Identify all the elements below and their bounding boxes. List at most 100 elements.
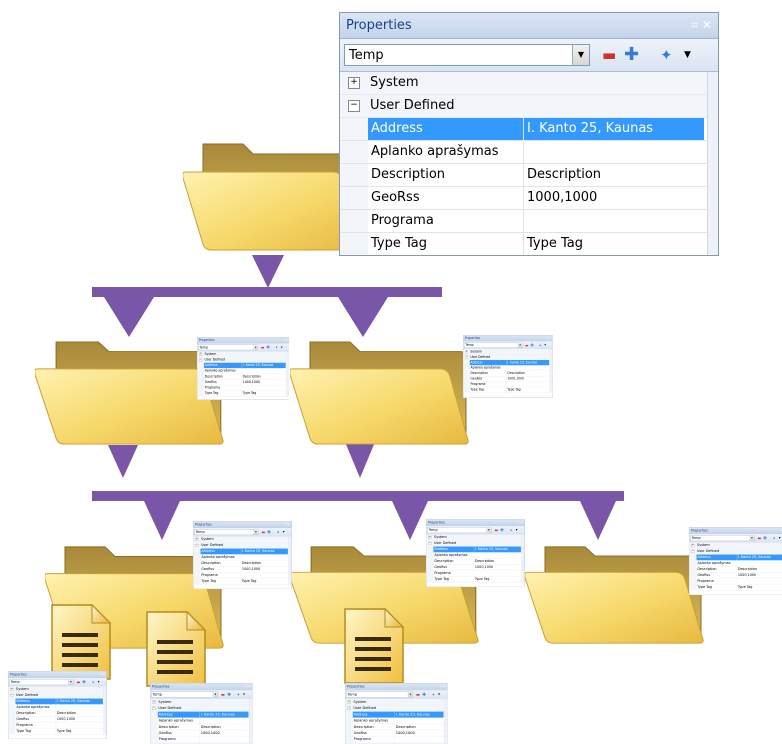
property-value[interactable]: Type Tag: [241, 578, 288, 584]
chevron-down-icon[interactable]: ▼: [779, 536, 781, 541]
chevron-down-icon[interactable]: ▼: [243, 692, 245, 697]
wand-icon[interactable]: ✦: [276, 530, 279, 535]
property-value[interactable]: [241, 555, 288, 561]
property-value[interactable]: I. Kanto 25, Kaunas: [56, 698, 103, 705]
chevron-down-icon[interactable]: ▼: [684, 46, 691, 64]
pin-icon[interactable]: ⌗: [285, 523, 287, 527]
property-value[interactable]: Type Tag: [507, 387, 549, 392]
wand-icon[interactable]: ✦: [660, 46, 673, 64]
collapse-icon[interactable]: −: [428, 541, 432, 545]
property-value[interactable]: I. Kanto 25, Kaunas: [506, 360, 550, 366]
property-value[interactable]: Type Tag: [474, 576, 521, 582]
minus-icon[interactable]: ▬: [602, 46, 616, 64]
property-row[interactable]: Type Tag Type Tag: [689, 584, 782, 591]
property-value[interactable]: Type Tag: [242, 391, 286, 396]
property-row[interactable]: Description Description: [340, 164, 718, 187]
object-combo[interactable]: Temp ▼: [151, 691, 218, 698]
property-value[interactable]: [242, 368, 286, 373]
vertical-scrollbar[interactable]: [286, 351, 290, 397]
category-user-defined[interactable]: − User Defined: [340, 95, 718, 118]
vertical-scrollbar[interactable]: [103, 686, 107, 735]
panel-titlebar[interactable]: Properties ⌗✕: [689, 527, 782, 535]
panel-titlebar[interactable]: Properties ⌗✕: [345, 683, 448, 691]
property-row[interactable]: Type Tag Type Tag: [8, 728, 107, 735]
property-value[interactable]: Description: [242, 374, 286, 379]
wand-icon[interactable]: ✦: [509, 528, 512, 533]
chevron-down-icon[interactable]: ▼: [486, 527, 491, 533]
property-value[interactable]: [56, 705, 103, 711]
minus-icon[interactable]: ▬: [525, 343, 528, 347]
chevron-down-icon[interactable]: ▼: [749, 535, 754, 541]
document-icon[interactable]: [145, 610, 207, 692]
wand-icon[interactable]: ✦: [539, 343, 542, 347]
pin-icon[interactable]: ⌗: [440, 685, 442, 689]
wand-icon[interactable]: ✦: [275, 345, 278, 349]
expand-icon[interactable]: +: [199, 352, 203, 356]
property-value[interactable]: [474, 553, 521, 559]
collapse-icon[interactable]: −: [152, 706, 156, 710]
folder-icon[interactable]: [524, 545, 705, 649]
property-value[interactable]: I. Kanto 25, Kaunas: [199, 711, 249, 718]
expand-icon[interactable]: +: [152, 700, 156, 704]
pin-icon[interactable]: ⌗: [100, 673, 102, 677]
pin-icon[interactable]: ⌗: [245, 685, 247, 689]
property-row[interactable]: Type Tag Type Tag: [197, 390, 290, 397]
close-icon[interactable]: ✕: [549, 336, 551, 339]
expand-icon[interactable]: +: [428, 535, 432, 539]
vertical-scrollbar[interactable]: [707, 72, 718, 255]
object-combo[interactable]: Temp ▼: [344, 44, 590, 66]
vertical-scrollbar[interactable]: [521, 534, 525, 583]
chevron-down-icon[interactable]: ▼: [516, 528, 518, 533]
minus-icon[interactable]: ▬: [757, 536, 761, 541]
plus-icon[interactable]: ✚: [624, 46, 639, 64]
minus-icon[interactable]: ▬: [221, 692, 225, 697]
property-value[interactable]: 1000,1000: [737, 573, 782, 579]
property-value[interactable]: [474, 570, 521, 576]
panel-titlebar[interactable]: Properties ⌗✕: [150, 683, 253, 691]
property-value[interactable]: 1000,1000: [200, 730, 249, 736]
property-row[interactable]: Address I. Kanto 25, Kaunas: [340, 118, 718, 141]
plus-icon[interactable]: ✚: [82, 680, 86, 685]
folder-icon[interactable]: [182, 142, 363, 256]
property-value[interactable]: I. Kanto 25, Kaunas: [474, 546, 521, 553]
property-value[interactable]: [737, 561, 782, 567]
wand-icon[interactable]: ✦: [432, 692, 435, 697]
collapse-icon[interactable]: −: [691, 549, 695, 553]
object-combo[interactable]: Temp ▼: [9, 679, 74, 686]
minus-icon[interactable]: ▬: [416, 692, 420, 697]
chevron-down-icon[interactable]: ▼: [98, 680, 100, 685]
property-value[interactable]: Description: [395, 724, 444, 730]
vertical-scrollbar[interactable]: [549, 349, 553, 393]
property-row[interactable]: Type Tag Type Tag: [193, 578, 292, 585]
wand-icon[interactable]: ✦: [237, 692, 240, 697]
property-value[interactable]: 1000,1000: [474, 565, 521, 571]
close-icon[interactable]: ✕: [520, 521, 523, 525]
plus-icon[interactable]: ✚: [500, 528, 504, 533]
document-icon[interactable]: [343, 607, 405, 689]
chevron-down-icon[interactable]: ▼: [253, 529, 258, 535]
minus-icon[interactable]: ▬: [261, 345, 264, 349]
property-value[interactable]: Description: [241, 561, 288, 567]
property-row[interactable]: Programa: [340, 210, 718, 233]
wand-icon[interactable]: ✦: [772, 536, 775, 541]
property-value[interactable]: 1000,1000: [507, 376, 549, 381]
property-value[interactable]: I. Kanto 25, Kaunas: [737, 554, 782, 561]
chevron-down-icon[interactable]: ▼: [253, 345, 258, 350]
property-value[interactable]: Description: [507, 371, 549, 376]
close-icon[interactable]: ✕: [443, 685, 446, 689]
property-value[interactable]: I. Kanto 25, Kaunas: [524, 118, 704, 140]
property-value[interactable]: Type Tag: [524, 233, 704, 255]
property-value[interactable]: [737, 578, 782, 584]
folder-icon[interactable]: [289, 340, 470, 450]
plus-icon[interactable]: ✚: [530, 343, 534, 347]
expand-icon[interactable]: +: [195, 537, 199, 541]
chevron-down-icon[interactable]: ▼: [212, 691, 218, 698]
chevron-down-icon[interactable]: ▼: [572, 45, 589, 65]
expand-icon[interactable]: +: [691, 543, 695, 547]
plus-icon[interactable]: ✚: [422, 692, 426, 697]
property-value[interactable]: 1000,1000: [395, 730, 444, 736]
plus-icon[interactable]: ✚: [266, 345, 270, 349]
pin-icon[interactable]: ⌗: [518, 521, 520, 525]
property-value[interactable]: Description: [474, 559, 521, 565]
property-row[interactable]: GeoRss 1000,1000: [340, 187, 718, 210]
